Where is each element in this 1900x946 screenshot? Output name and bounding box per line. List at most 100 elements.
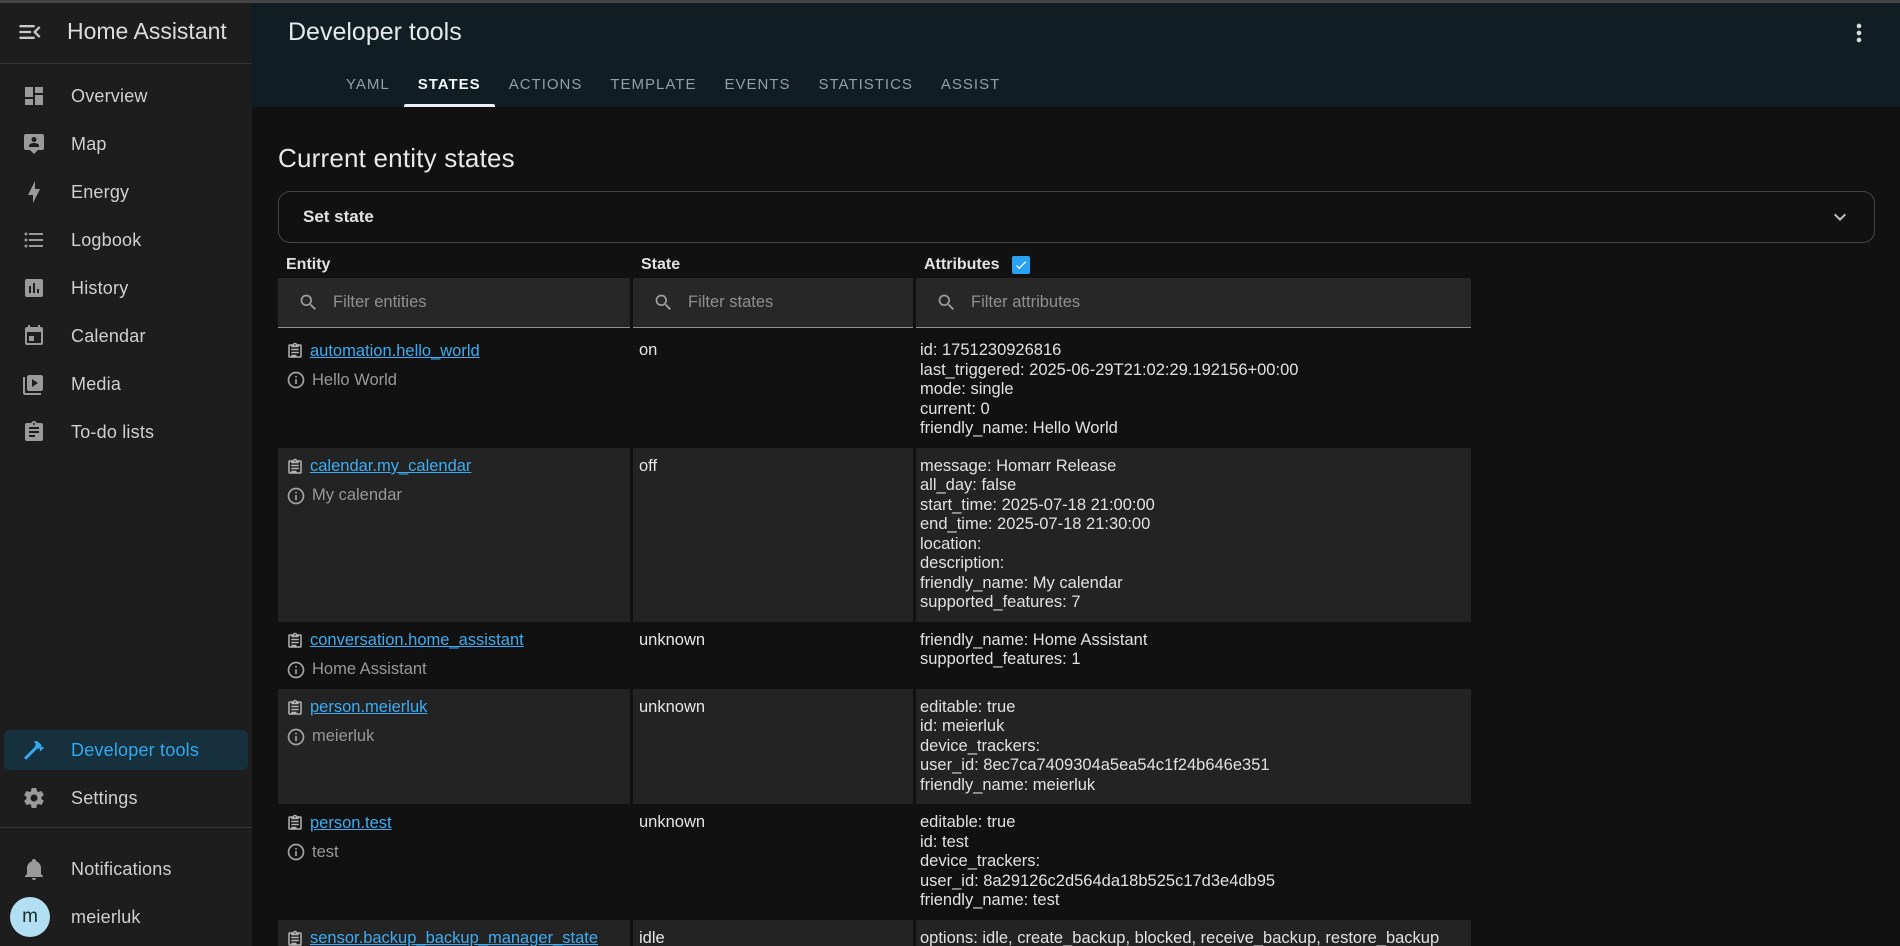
attribute-line: friendly_name: Hello World [920, 419, 1463, 439]
entity-friendly-name: Home Assistant [312, 660, 427, 679]
sidebar-item-profile[interactable]: m meierluk [4, 897, 248, 937]
sidebar-item-label: Energy [71, 182, 129, 203]
tab-yaml[interactable]: YAML [332, 61, 404, 107]
tooltip-account-icon [22, 132, 46, 156]
set-state-label: Set state [303, 207, 374, 227]
entity-cell: automation.hello_world Hello World [278, 332, 630, 448]
attribute-line: device_trackers: [920, 852, 1463, 872]
sidebar-divider [0, 827, 252, 828]
calendar-icon [22, 324, 46, 348]
entity-cell: calendar.my_calendar My calendar [278, 448, 630, 622]
attributes-cell: editable: trueid: meierlukdevice_tracker… [916, 689, 1471, 805]
state-value: unknown [639, 698, 705, 716]
attribute-line: user_id: 8ec7ca7409304a5ea54c1f24b646e35… [920, 756, 1463, 776]
sidebar-item-to-do-lists[interactable]: To-do lists [4, 412, 248, 452]
info-icon[interactable] [286, 842, 306, 862]
chevron-down-icon[interactable] [1828, 205, 1852, 229]
tab-template[interactable]: TEMPLATE [596, 61, 710, 107]
attribute-line: id: 1751230926816 [920, 341, 1463, 361]
sidebar-item-history[interactable]: History [4, 268, 248, 308]
sidebar-item-label: Media [71, 374, 121, 395]
sidebar-item-media[interactable]: Media [4, 364, 248, 404]
filter-attributes-cell [916, 278, 1471, 328]
attribute-line: editable: true [920, 813, 1463, 833]
attributes-cell: message: Homarr Releaseall_day: falsesta… [916, 448, 1471, 622]
chart-box-icon [22, 276, 46, 300]
info-icon[interactable] [286, 727, 306, 747]
table-row: sensor.backup_backup_manager_state Backu… [278, 920, 1471, 946]
copy-entity-id-icon[interactable] [286, 631, 304, 651]
copy-entity-id-icon[interactable] [286, 813, 304, 833]
tab-assist[interactable]: ASSIST [927, 61, 1014, 107]
app-title: Home Assistant [67, 18, 227, 45]
main-content: Current entity states Set state Entity S… [252, 107, 1900, 946]
search-icon [936, 292, 957, 313]
info-icon[interactable] [286, 660, 306, 680]
state-cell: unknown [633, 622, 913, 689]
attribute-line: friendly_name: Home Assistant [920, 631, 1463, 651]
tab-states[interactable]: STATES [404, 61, 495, 107]
info-icon[interactable] [286, 370, 306, 390]
copy-entity-id-icon[interactable] [286, 341, 304, 361]
bell-icon [22, 857, 46, 881]
sidebar-item-calendar[interactable]: Calendar [4, 316, 248, 356]
table-row: conversation.home_assistant Home Assista… [278, 622, 1471, 689]
sidebar-item-label: Calendar [71, 326, 146, 347]
entity-link[interactable]: conversation.home_assistant [310, 631, 524, 650]
sidebar-item-logbook[interactable]: Logbook [4, 220, 248, 260]
overflow-menu-icon[interactable] [1845, 19, 1873, 47]
entity-link[interactable]: person.meierluk [310, 698, 427, 717]
sidebar-item-map[interactable]: Map [4, 124, 248, 164]
state-cell: off [633, 448, 913, 622]
sidebar-item-settings[interactable]: Settings [4, 778, 248, 818]
state-value: unknown [639, 631, 705, 649]
filter-states-input[interactable] [688, 293, 908, 312]
menu-open-icon[interactable] [16, 18, 44, 46]
section-heading: Current entity states [278, 143, 1875, 174]
format-list-bulleted-icon [22, 228, 46, 252]
attribute-line: all_day: false [920, 476, 1463, 496]
search-icon [298, 292, 319, 313]
entity-link[interactable]: automation.hello_world [310, 342, 480, 361]
entity-table-body: automation.hello_world Hello World on id… [278, 332, 1875, 946]
state-value: on [639, 341, 657, 359]
state-cell: unknown [633, 804, 913, 920]
hammer-icon [22, 738, 46, 762]
tab-bar: YAMLSTATESACTIONSTEMPLATEEVENTSSTATISTIC… [332, 61, 1014, 107]
filter-attributes-input[interactable] [971, 293, 1463, 312]
filter-row [278, 278, 1471, 328]
sidebar-item-notifications[interactable]: Notifications [4, 849, 248, 889]
entity-cell: person.meierluk meierluk [278, 689, 630, 805]
filter-entities-cell [278, 278, 630, 328]
sidebar-nav: Overview Map Energy Logbook History Calendar M… [0, 64, 252, 452]
sidebar-item-developer-tools[interactable]: Developer tools [4, 730, 248, 770]
attribute-line: friendly_name: meierluk [920, 776, 1463, 796]
tab-actions[interactable]: ACTIONS [495, 61, 597, 107]
view-dashboard-icon [22, 84, 46, 108]
attribute-line: current: 0 [920, 400, 1463, 420]
tab-statistics[interactable]: STATISTICS [804, 61, 926, 107]
attribute-line: mode: single [920, 380, 1463, 400]
copy-entity-id-icon[interactable] [286, 457, 304, 477]
entity-link[interactable]: sensor.backup_backup_manager_state [310, 929, 598, 946]
table-column-headers: Entity State Attributes [278, 253, 1471, 277]
copy-entity-id-icon[interactable] [286, 698, 304, 718]
entity-friendly-name: My calendar [312, 486, 402, 505]
copy-entity-id-icon[interactable] [286, 929, 304, 946]
sidebar: Home Assistant Overview Map Energy Logbook H… [0, 0, 252, 946]
set-state-expansion-panel[interactable]: Set state [278, 191, 1875, 243]
sidebar-item-energy[interactable]: Energy [4, 172, 248, 212]
tab-events[interactable]: EVENTS [710, 61, 804, 107]
sidebar-item-overview[interactable]: Overview [4, 76, 248, 116]
state-cell: on [633, 332, 913, 448]
entity-link[interactable]: person.test [310, 814, 392, 833]
sidebar-item-label: History [71, 278, 128, 299]
clipboard-list-icon [22, 420, 46, 444]
state-value: idle [639, 929, 665, 946]
entity-link[interactable]: calendar.my_calendar [310, 457, 471, 476]
attribute-line: message: Homarr Release [920, 457, 1463, 477]
filter-entities-input[interactable] [333, 293, 622, 312]
attributes-checkbox[interactable] [1012, 256, 1030, 274]
attributes-cell: friendly_name: Home Assistantsupported_f… [916, 622, 1471, 689]
info-icon[interactable] [286, 486, 306, 506]
